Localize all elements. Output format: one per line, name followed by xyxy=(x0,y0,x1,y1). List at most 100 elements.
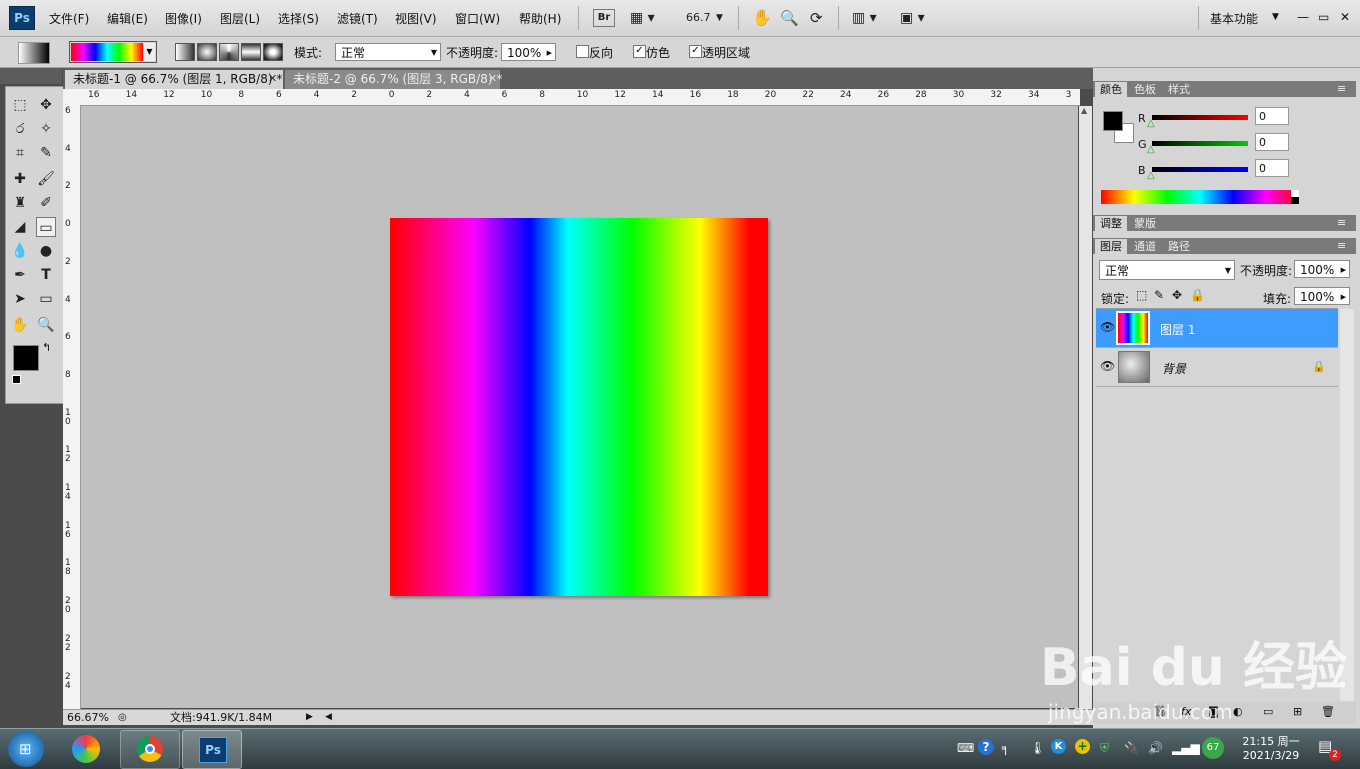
path-selection-icon[interactable]: ➤ xyxy=(10,289,30,309)
marquee-tool-icon[interactable]: ⬚ xyxy=(10,95,30,115)
fill-input[interactable]: 100% ▶ xyxy=(1294,287,1350,305)
panel-menu-icon[interactable]: ≡ xyxy=(1337,82,1346,95)
white-swatch[interactable] xyxy=(1291,190,1299,197)
network-signal-icon[interactable]: ▂▄▆ xyxy=(1172,741,1200,755)
workspace-dropdown-icon[interactable]: ▼ xyxy=(1272,12,1279,22)
arrange-documents-icon[interactable]: ▥ ▾ xyxy=(852,8,877,28)
zoom-readout[interactable]: 66.67% xyxy=(67,710,109,725)
plus-app-icon[interactable]: + xyxy=(1075,739,1090,754)
menu-select[interactable]: 选择(S) xyxy=(278,10,319,27)
layer-opacity-input[interactable]: 100% ▶ xyxy=(1294,260,1350,278)
rotate-view-icon[interactable]: ⟳ xyxy=(810,8,823,28)
lock-all-icon[interactable]: 🔒 xyxy=(1190,288,1205,302)
keyboard-icon[interactable]: ⌨ xyxy=(957,741,974,755)
pen-tool-icon[interactable]: ✒ xyxy=(10,265,30,285)
move-tool-icon[interactable]: ✥ xyxy=(36,95,56,115)
eyedropper-icon[interactable]: ✎ xyxy=(36,143,56,163)
delete-layer-icon[interactable]: 🗑 xyxy=(1321,705,1335,718)
start-button[interactable]: ⊞ xyxy=(8,731,44,767)
lock-pixels-icon[interactable]: ✎ xyxy=(1154,288,1164,302)
hand-tool-icon[interactable]: ✋ xyxy=(10,315,30,335)
tab-swatches[interactable]: 色板 xyxy=(1129,82,1161,97)
performance-badge[interactable]: 67 xyxy=(1202,737,1224,759)
tab-styles[interactable]: 样式 xyxy=(1163,82,1195,97)
slider-handle-icon[interactable]: △ xyxy=(1147,170,1155,181)
vertical-scrollbar[interactable]: ▲ xyxy=(1079,106,1092,709)
blend-mode-select[interactable]: 正常 ▼ xyxy=(1099,260,1235,280)
clone-stamp-icon[interactable]: ♜ xyxy=(10,193,30,213)
default-colors-icon[interactable] xyxy=(12,375,21,384)
menu-view[interactable]: 视图(V) xyxy=(395,10,437,27)
kingsoft-icon[interactable]: K xyxy=(1051,739,1066,754)
thermometer-icon[interactable]: 🌡 xyxy=(1030,741,1045,755)
scroll-up-icon[interactable]: ▲ xyxy=(1081,106,1087,115)
menu-file[interactable]: 文件(F) xyxy=(49,10,89,27)
lock-transparent-icon[interactable]: ⬚ xyxy=(1136,288,1147,302)
zoom-tool-icon[interactable]: 🔍 xyxy=(36,315,56,335)
bridge-button[interactable]: Br xyxy=(593,9,615,27)
adjustment-layer-icon[interactable]: ◐ xyxy=(1233,705,1243,718)
layer-name[interactable]: 背景 xyxy=(1162,360,1186,377)
taskbar-explorer[interactable] xyxy=(60,731,110,767)
tab-channels[interactable]: 通道 xyxy=(1129,239,1161,254)
radial-gradient-button[interactable] xyxy=(197,43,217,61)
taskbar-chrome[interactable] xyxy=(120,730,180,769)
opacity-input[interactable]: 100% ▶ xyxy=(501,43,556,61)
close-tab-icon[interactable]: ✕ xyxy=(488,72,497,85)
gradient-picker[interactable]: ▼ xyxy=(69,41,157,63)
reverse-checkbox[interactable] xyxy=(576,45,589,58)
color-panel-foreground-swatch[interactable] xyxy=(1103,111,1123,131)
scroll-left-icon[interactable]: ◀ xyxy=(325,710,332,725)
workspace-switcher[interactable]: 基本功能 xyxy=(1210,10,1258,27)
film-strip-icon[interactable]: ▦ ▾ xyxy=(630,8,655,28)
close-button[interactable]: ✕ xyxy=(1340,10,1350,24)
history-brush-icon[interactable]: ✐ xyxy=(36,193,56,213)
crop-tool-icon[interactable]: ⌗ xyxy=(10,143,30,163)
status-menu-arrow-icon[interactable]: ▶ xyxy=(306,710,313,725)
chevron-down-icon[interactable]: ▼ xyxy=(144,43,155,61)
menu-help[interactable]: 帮助(H) xyxy=(519,10,561,27)
angle-gradient-button[interactable] xyxy=(219,43,239,61)
diamond-gradient-button[interactable] xyxy=(263,43,283,61)
status-preview-icon[interactable]: ◎ xyxy=(118,710,127,725)
menu-window[interactable]: 窗口(W) xyxy=(455,10,500,27)
menu-image[interactable]: 图像(I) xyxy=(165,10,202,27)
healing-brush-icon[interactable]: ✚ xyxy=(10,169,30,189)
taskbar-photoshop[interactable]: Ps xyxy=(182,730,242,769)
linear-gradient-button[interactable] xyxy=(175,43,195,61)
eye-visibility-icon[interactable]: 👁 xyxy=(1100,320,1115,334)
magic-wand-icon[interactable]: ✧ xyxy=(36,119,56,139)
reflected-gradient-button[interactable] xyxy=(241,43,261,61)
document-canvas-rainbow-gradient[interactable] xyxy=(390,218,768,596)
tab-paths[interactable]: 路径 xyxy=(1163,239,1195,254)
blue-channel-slider[interactable] xyxy=(1152,167,1248,172)
panel-menu-icon[interactable]: ≡ xyxy=(1337,216,1346,229)
menu-layer[interactable]: 图层(L) xyxy=(220,10,260,27)
clock-time[interactable]: 21:15 周一 xyxy=(1240,733,1302,749)
green-value-field[interactable]: 0 xyxy=(1255,133,1289,151)
red-channel-slider[interactable] xyxy=(1152,115,1248,120)
tool-preset-picker[interactable] xyxy=(18,42,50,64)
dodge-tool-icon[interactable]: ● xyxy=(36,241,56,261)
shape-tool-icon[interactable]: ▭ xyxy=(36,289,56,309)
power-plug-icon[interactable]: 🔌 xyxy=(1124,741,1139,755)
help-icon[interactable]: ? xyxy=(978,739,994,755)
tab-masks[interactable]: 蒙版 xyxy=(1129,216,1161,231)
blue-value-field[interactable]: 0 xyxy=(1255,159,1289,177)
dither-checkbox[interactable]: ✓ xyxy=(633,45,646,58)
panel-menu-icon[interactable]: ≡ xyxy=(1337,239,1346,252)
gradient-tool-icon[interactable]: ▭ xyxy=(36,217,56,237)
toolbox-header[interactable] xyxy=(0,68,62,84)
clock-date[interactable]: 2021/3/29 xyxy=(1238,749,1304,762)
lock-position-icon[interactable]: ✥ xyxy=(1172,288,1182,302)
menu-edit[interactable]: 编辑(E) xyxy=(107,10,148,27)
tab-layers[interactable]: 图层 xyxy=(1095,239,1127,254)
black-swatch[interactable] xyxy=(1291,197,1299,204)
volume-icon[interactable]: 🔊 xyxy=(1148,741,1163,755)
slider-handle-icon[interactable]: △ xyxy=(1147,144,1155,155)
brush-tool-icon[interactable]: 🖌 xyxy=(36,169,56,189)
hand-tool-icon[interactable]: ✋ xyxy=(752,8,772,28)
layer-row-background[interactable]: 👁 背景 🔒 xyxy=(1096,348,1338,387)
foreground-color-swatch[interactable] xyxy=(13,345,39,371)
zoom-level[interactable]: 66.7 xyxy=(686,8,711,28)
